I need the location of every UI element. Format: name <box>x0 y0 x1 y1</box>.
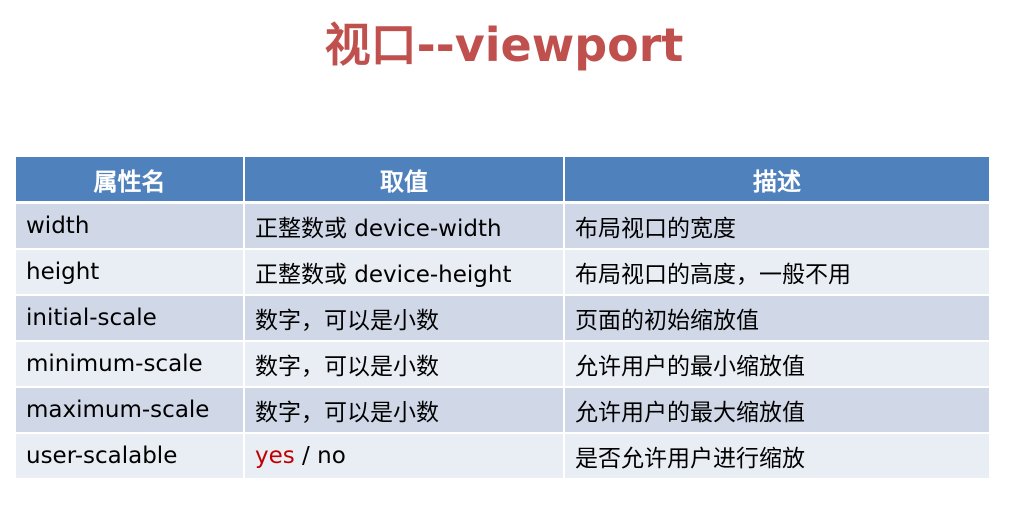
cell-value: 正整数或 device-height <box>244 249 565 296</box>
header-value: 取值 <box>244 157 565 204</box>
cell-description: 允许用户的最小缩放值 <box>564 341 989 388</box>
cell-property-name: width <box>16 202 245 250</box>
value-highlight-yes: yes <box>255 443 295 469</box>
cell-value: 数字，可以是小数 <box>244 341 565 388</box>
table-row: minimum-scale 数字，可以是小数 允许用户的最小缩放值 <box>16 341 989 388</box>
table-header-row: 属性名 取值 描述 <box>16 157 989 204</box>
header-description: 描述 <box>564 157 989 204</box>
table-row: initial-scale 数字，可以是小数 页面的初始缩放值 <box>16 295 989 342</box>
cell-value: yes / no <box>244 433 565 480</box>
cell-property-name: initial-scale <box>16 295 245 342</box>
table-row: user-scalable yes / no 是否允许用户进行缩放 <box>16 433 989 480</box>
table-row: maximum-scale 数字，可以是小数 允许用户的最大缩放值 <box>16 387 989 434</box>
cell-value: 数字，可以是小数 <box>244 387 565 434</box>
cell-description: 允许用户的最大缩放值 <box>564 387 989 434</box>
cell-description: 布局视口的宽度 <box>564 202 989 250</box>
table-row: width 正整数或 device-width 布局视口的宽度 <box>16 202 989 250</box>
value-rest: / no <box>294 443 346 469</box>
header-property-name: 属性名 <box>16 157 245 204</box>
cell-description: 布局视口的高度，一般不用 <box>564 249 989 296</box>
viewport-table-container: 属性名 取值 描述 width 正整数或 device-width 布局视口的宽… <box>16 157 989 480</box>
table-row: height 正整数或 device-height 布局视口的高度，一般不用 <box>16 249 989 296</box>
cell-value: 数字，可以是小数 <box>244 295 565 342</box>
cell-description: 是否允许用户进行缩放 <box>564 433 989 480</box>
cell-property-name: user-scalable <box>16 433 245 480</box>
cell-property-name: maximum-scale <box>16 387 245 434</box>
page-title: 视口--viewport <box>324 18 684 72</box>
cell-value: 正整数或 device-width <box>244 202 565 250</box>
cell-description: 页面的初始缩放值 <box>564 295 989 342</box>
viewport-properties-table: 属性名 取值 描述 width 正整数或 device-width 布局视口的宽… <box>16 157 989 480</box>
cell-property-name: height <box>16 249 245 296</box>
cell-property-name: minimum-scale <box>16 341 245 388</box>
